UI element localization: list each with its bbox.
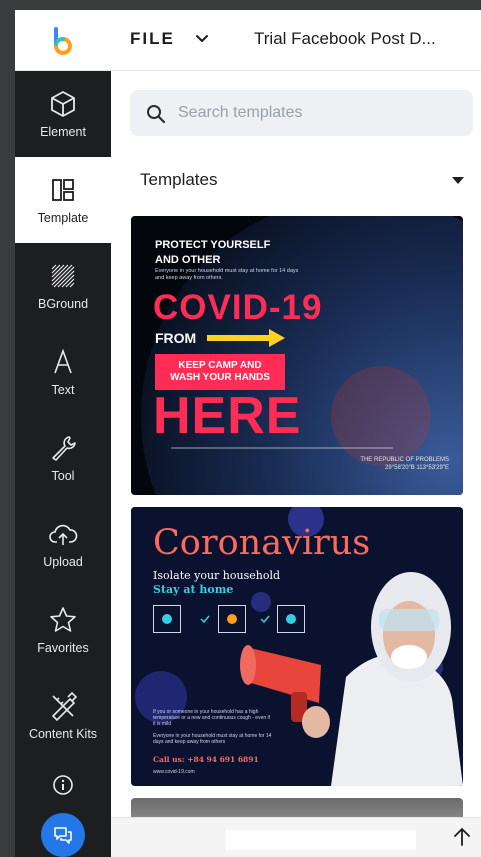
sidebar-item-label: Favorites bbox=[37, 641, 89, 655]
cube-icon bbox=[51, 91, 75, 117]
sidebar-item-label: Element bbox=[40, 125, 86, 139]
card-isolate-text: Isolate your household bbox=[153, 569, 281, 582]
card-footer-text: THE REPUBLIC OF PROBLEMS 29°58'20"B 113°… bbox=[360, 457, 449, 471]
chat-button[interactable] bbox=[41, 813, 85, 857]
card-headline: PROTECT YOURSELF AND OTHER bbox=[155, 239, 271, 266]
sidebar-item-bground[interactable]: BGround bbox=[15, 243, 111, 329]
sidebar-item-upload[interactable]: Upload bbox=[15, 501, 111, 587]
templates-heading: Templates bbox=[140, 170, 218, 189]
star-icon bbox=[50, 607, 76, 632]
card-subtext: Everyone in your household must stay at … bbox=[155, 268, 299, 281]
card-title-coronavirus: Coronavirus bbox=[153, 523, 371, 563]
search-input[interactable] bbox=[178, 98, 458, 128]
template-layout-icon bbox=[52, 179, 74, 201]
caret-down-icon[interactable] bbox=[451, 175, 465, 185]
pen-ruler-icon bbox=[51, 691, 78, 721]
card-here-label: HERE bbox=[153, 387, 302, 445]
sidebar: Element Template BGround Text Tool Uploa… bbox=[15, 71, 111, 857]
top-header: FILE Trial Facebook Post D... bbox=[15, 10, 481, 71]
cloud-upload-icon bbox=[49, 524, 78, 545]
sidebar-item-label: Template bbox=[37, 211, 89, 225]
arrow-right-icon bbox=[207, 329, 285, 347]
file-menu-label[interactable]: FILE bbox=[130, 29, 175, 49]
sidebar-item-element[interactable]: Element bbox=[15, 71, 111, 157]
card-site-text: www.covid-19.com bbox=[153, 769, 195, 775]
card-bullet-2: Everyone in your household must stay at … bbox=[153, 733, 272, 745]
hygiene-icons bbox=[162, 614, 296, 624]
wrench-icon bbox=[52, 436, 76, 461]
sidebar-item-favorites[interactable]: Favorites bbox=[15, 587, 111, 673]
card-call-text: Call us: +84 94 691 6891 bbox=[153, 755, 259, 764]
chevron-down-icon[interactable] bbox=[193, 30, 211, 48]
search-icon bbox=[147, 105, 166, 124]
info-icon[interactable] bbox=[52, 774, 74, 796]
bottom-bar bbox=[111, 817, 481, 857]
arrow-up-icon[interactable] bbox=[451, 826, 473, 848]
sidebar-item-content-kits[interactable]: Content Kits bbox=[15, 673, 111, 759]
card-from-label: FROM bbox=[155, 330, 197, 346]
document-title[interactable]: Trial Facebook Post D... bbox=[254, 29, 436, 49]
sidebar-item-label: Tool bbox=[51, 469, 75, 483]
app-frame: FILE Trial Facebook Post D... Element Te… bbox=[15, 10, 481, 857]
card-stay-text: Stay at home bbox=[153, 583, 234, 596]
sidebar-item-label: Text bbox=[51, 383, 75, 397]
card-bullet-1: If you or someone in your household has … bbox=[153, 709, 271, 727]
sidebar-item-template[interactable]: Template bbox=[15, 157, 111, 243]
sidebar-item-text[interactable]: Text bbox=[15, 329, 111, 415]
template-card-coronavirus[interactable]: Coronavirus Isolate your household Stay … bbox=[131, 507, 463, 786]
search-bar[interactable] bbox=[130, 90, 473, 136]
sidebar-item-label: Upload bbox=[43, 555, 83, 569]
sidebar-item-label: BGround bbox=[37, 297, 89, 311]
sidebar-item-label: Content Kits bbox=[28, 727, 98, 741]
chat-bubbles-icon bbox=[54, 827, 72, 844]
app-logo[interactable] bbox=[45, 24, 77, 56]
card-keep-box: KEEP CAMP AND WASH YOUR HANDS bbox=[155, 354, 285, 390]
bottom-bar-overlay bbox=[226, 830, 416, 850]
text-a-icon bbox=[54, 348, 72, 374]
card-title-covid: COVID-19 bbox=[153, 288, 323, 327]
template-card-covid19[interactable]: PROTECT YOURSELF AND OTHER Everyone in y… bbox=[131, 216, 463, 495]
sidebar-item-tool[interactable]: Tool bbox=[15, 415, 111, 501]
background-stripes-icon bbox=[51, 264, 75, 288]
